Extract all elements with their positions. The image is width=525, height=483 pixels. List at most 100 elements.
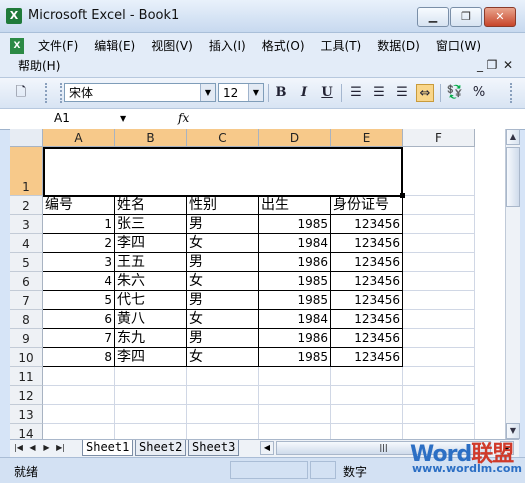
table-cell[interactable]: 4	[43, 272, 115, 291]
scroll-up-icon[interactable]: ▲	[506, 129, 520, 145]
bold-button[interactable]: B	[272, 84, 290, 102]
table-cell[interactable]: 6	[43, 310, 115, 329]
menu-help[interactable]: 帮助(H)	[10, 57, 68, 75]
row-header-7[interactable]: 7	[10, 291, 43, 310]
table-cell[interactable]: 123456	[331, 253, 403, 272]
grid-cell[interactable]	[187, 367, 259, 386]
table-cell[interactable]: 男	[187, 329, 259, 348]
column-header-d[interactable]: D	[259, 129, 331, 147]
select-all-corner[interactable]	[10, 129, 43, 147]
grid-cell[interactable]	[403, 405, 475, 424]
menu-file[interactable]: 文件(F)	[30, 37, 86, 55]
column-header-f[interactable]: F	[403, 129, 475, 147]
table-cell[interactable]: 1985	[259, 291, 331, 310]
font-name-select[interactable]: 宋体 ▼	[64, 83, 216, 102]
table-cell[interactable]: 1984	[259, 310, 331, 329]
table-cell[interactable]: 1985	[259, 348, 331, 367]
row-header-10[interactable]: 10	[10, 348, 43, 367]
row-header-11[interactable]: 11	[10, 367, 43, 386]
merge-center-icon[interactable]: ⇔	[416, 84, 434, 102]
row-header-9[interactable]: 9	[10, 329, 43, 348]
table-cell[interactable]: 女	[187, 234, 259, 253]
vertical-scrollbar[interactable]: ▲ ▼	[505, 129, 520, 439]
maximize-button[interactable]: ❐	[450, 7, 482, 27]
column-header-a[interactable]: A	[43, 129, 115, 147]
menu-window[interactable]: 窗口(W)	[428, 37, 489, 55]
menu-tools[interactable]: 工具(T)	[313, 37, 370, 55]
grid-cell[interactable]	[403, 386, 475, 405]
toolbar-grip[interactable]	[45, 83, 50, 103]
grid-cell[interactable]	[43, 405, 115, 424]
minimize-button[interactable]: ▁	[417, 7, 449, 27]
row-header-3[interactable]: 3	[10, 215, 43, 234]
row-header-4[interactable]: 4	[10, 234, 43, 253]
grid-cell[interactable]	[259, 386, 331, 405]
doc-close-icon[interactable]: ✕	[500, 58, 516, 72]
vertical-scroll-thumb[interactable]	[506, 147, 520, 207]
first-sheet-icon[interactable]: |◀	[12, 441, 25, 455]
column-header-b[interactable]: B	[115, 129, 187, 147]
table-cell[interactable]: 123456	[331, 310, 403, 329]
prev-sheet-icon[interactable]: ◀	[26, 441, 39, 455]
grid-cell[interactable]	[403, 310, 475, 329]
underline-button[interactable]: U	[318, 84, 336, 102]
column-header-c[interactable]: C	[187, 129, 259, 147]
font-size-select[interactable]: 12 ▼	[218, 83, 264, 102]
table-cell[interactable]: 男	[187, 291, 259, 310]
grid-cell[interactable]	[403, 215, 475, 234]
grid-cell[interactable]	[403, 367, 475, 386]
grid-cell[interactable]	[259, 367, 331, 386]
table-header-cell[interactable]: 编号	[43, 196, 115, 215]
grid-cell[interactable]	[43, 367, 115, 386]
insert-function-icon[interactable]: fx	[178, 111, 189, 125]
chevron-down-icon[interactable]: ▼	[120, 114, 126, 123]
grid-cell[interactable]	[331, 405, 403, 424]
formula-input[interactable]	[198, 110, 514, 127]
table-cell[interactable]: 2	[43, 234, 115, 253]
grid-cell[interactable]	[331, 424, 403, 439]
table-header-cell[interactable]: 姓名	[115, 196, 187, 215]
table-cell[interactable]: 123456	[331, 329, 403, 348]
table-cell[interactable]: 123456	[331, 348, 403, 367]
italic-button[interactable]: I	[295, 84, 313, 102]
percent-button[interactable]: %	[470, 84, 488, 102]
table-cell[interactable]: 男	[187, 215, 259, 234]
table-cell[interactable]: 1986	[259, 253, 331, 272]
grid-cell[interactable]	[403, 329, 475, 348]
grid-cell[interactable]	[403, 291, 475, 310]
workbook-icon[interactable]: X	[10, 38, 24, 54]
menu-view[interactable]: 视图(V)	[143, 37, 201, 55]
align-center-icon[interactable]: ☰	[370, 84, 388, 102]
table-cell[interactable]: 3	[43, 253, 115, 272]
grid-cell[interactable]	[403, 196, 475, 215]
last-sheet-icon[interactable]: ▶|	[54, 441, 67, 455]
table-cell[interactable]: 1985	[259, 272, 331, 291]
row-header-2[interactable]: 2	[10, 196, 43, 215]
table-cell[interactable]: 黄八	[115, 310, 187, 329]
table-cell[interactable]: 1986	[259, 329, 331, 348]
row-header-5[interactable]: 5	[10, 253, 43, 272]
table-cell[interactable]: 123456	[331, 215, 403, 234]
grid-cell[interactable]	[115, 424, 187, 439]
grid-cell[interactable]	[43, 386, 115, 405]
row-header-8[interactable]: 8	[10, 310, 43, 329]
currency-icon[interactable]: 💱	[446, 84, 464, 102]
grid-cell[interactable]	[187, 386, 259, 405]
table-cell[interactable]: 女	[187, 272, 259, 291]
table-cell[interactable]: 7	[43, 329, 115, 348]
chevron-down-icon[interactable]: ▼	[200, 84, 215, 101]
worksheet-grid[interactable]: A B C D E F 1 2 3 4 5 6 7 8 9 10 11 12 13 14 编号 姓名 性别 出生 身份证号 1 张三…	[10, 129, 505, 439]
row-header-1[interactable]: 1	[10, 147, 43, 196]
table-cell[interactable]: 男	[187, 253, 259, 272]
grid-cell[interactable]	[187, 405, 259, 424]
table-cell[interactable]: 1985	[259, 215, 331, 234]
toolbar-options-icon[interactable]	[510, 83, 515, 103]
grid-cell[interactable]	[115, 367, 187, 386]
grid-cell[interactable]	[403, 253, 475, 272]
menu-insert[interactable]: 插入(I)	[201, 37, 254, 55]
grid-cell[interactable]	[403, 234, 475, 253]
menu-format[interactable]: 格式(O)	[254, 37, 313, 55]
new-document-icon[interactable]: 🗋	[12, 84, 30, 102]
grid-cell[interactable]	[115, 386, 187, 405]
grid-cell[interactable]	[403, 348, 475, 367]
